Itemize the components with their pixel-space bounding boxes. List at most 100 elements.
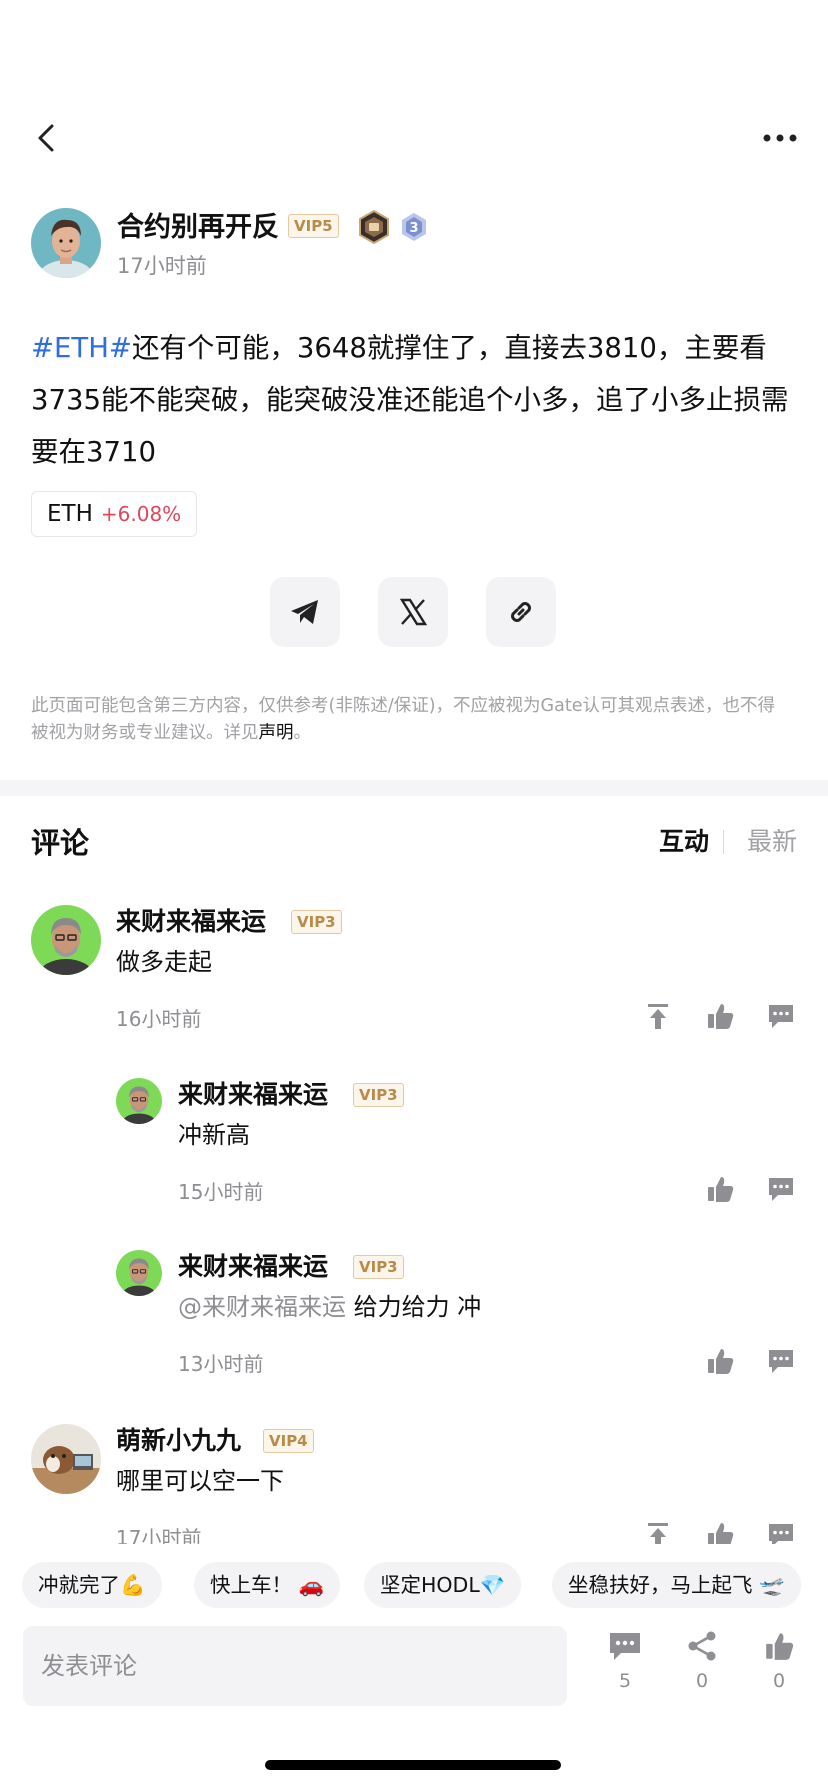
pin-top-button[interactable]	[643, 1001, 673, 1031]
quick-reply-chip[interactable]: 坐稳扶好，马上起飞 🛫	[552, 1562, 801, 1608]
share-count-button[interactable]: 0	[672, 1630, 732, 1710]
commenter-avatar[interactable]	[31, 905, 101, 975]
avatar-image	[116, 1078, 162, 1124]
comments-title: 评论	[31, 826, 90, 860]
bottom-bar: 5 0 0	[0, 1626, 828, 1710]
commenter-avatar[interactable]	[116, 1078, 162, 1124]
like-count-button[interactable]: 0	[749, 1630, 809, 1710]
share-telegram-button[interactable]	[270, 577, 340, 647]
thumbs-up-icon	[708, 1004, 734, 1029]
quick-reply-chip[interactable]: 快上车！ 🚗	[194, 1562, 341, 1608]
comment-bubble-icon	[769, 1005, 793, 1028]
avatar-image	[31, 905, 101, 975]
more-button[interactable]	[760, 126, 800, 150]
comment-text: 哪里可以空一下	[116, 1467, 284, 1495]
post-author: 合约别再开反 VIP5 3 17小时前	[31, 208, 791, 280]
share-icon	[688, 1631, 716, 1661]
avatar-image	[31, 1424, 101, 1494]
comment-time: 16小时前	[116, 1007, 202, 1031]
author-avatar[interactable]	[31, 208, 101, 278]
reply-button[interactable]	[766, 1001, 796, 1031]
comment-count: 5	[618, 1670, 632, 1692]
sort-tab-interactive[interactable]: 互动	[659, 822, 709, 858]
x-icon	[399, 598, 428, 626]
top-bar	[0, 108, 828, 168]
level-badge-icon: 3	[399, 212, 429, 242]
quick-reply-chip[interactable]: 坚定HODL💎	[364, 1562, 522, 1608]
like-count: 0	[772, 1670, 786, 1692]
commenter-avatar[interactable]	[116, 1250, 162, 1296]
sort-divider	[723, 830, 724, 854]
more-dots-icon	[763, 134, 797, 142]
disclaimer-text: 此页面可能包含第三方内容，仅供参考(非陈述/保证)，不应被视为Gate认可其观点…	[31, 696, 775, 743]
reply-button[interactable]	[766, 1346, 796, 1376]
pin-top-icon	[648, 1523, 668, 1544]
post-body: #ETH#还有个可能，3648就撑住了，直接去3810，主要看3735能不能突破…	[31, 322, 801, 478]
sort-tab-latest[interactable]: 最新	[747, 822, 797, 858]
thumbs-up-icon	[766, 1633, 794, 1660]
pin-top-icon	[648, 1004, 668, 1029]
comment-input[interactable]	[23, 1626, 567, 1706]
like-button[interactable]	[705, 1001, 735, 1031]
commenter-name[interactable]: 来财来福来运	[178, 1078, 328, 1112]
level-badge-number: 3	[409, 221, 418, 236]
disclaimer-end: 。	[293, 723, 312, 743]
comments-header: 评论 互动 最新	[31, 820, 797, 860]
comment-text-body: 给力给力 冲	[353, 1293, 482, 1321]
comment-bubble-icon	[769, 1350, 793, 1373]
vip-badge: VIP3	[353, 1083, 404, 1107]
author-name[interactable]: 合约别再开反	[117, 210, 279, 246]
comment-bubble-icon	[610, 1633, 640, 1660]
mention-link[interactable]: @来财来福来运	[178, 1293, 346, 1321]
comment-text: 做多走起	[116, 948, 212, 976]
comment-time: 13小时前	[178, 1352, 264, 1376]
like-button[interactable]	[705, 1174, 735, 1204]
quick-reply-row: 冲就完了💪 快上车！ 🚗 坚定HODL💎 坐稳扶好，马上起飞 🛫	[22, 1562, 828, 1608]
pin-top-button[interactable]	[643, 1520, 673, 1544]
back-button[interactable]	[30, 120, 66, 156]
quick-reply-chip[interactable]: 冲就完了💪	[22, 1562, 162, 1608]
vip-badge: VIP5	[288, 214, 339, 238]
chevron-left-icon	[38, 124, 54, 152]
share-link-button[interactable]	[486, 577, 556, 647]
comment-item: 萌新小九九 VIP4 哪里可以空一下 17小时前	[0, 1424, 828, 1544]
commenter-name[interactable]: 来财来福来运	[178, 1250, 328, 1284]
section-divider	[0, 780, 828, 796]
disclaimer-link[interactable]: 声明	[259, 723, 294, 743]
commenter-avatar[interactable]	[31, 1424, 101, 1494]
thumbs-up-icon	[708, 1349, 734, 1374]
like-button[interactable]	[705, 1520, 735, 1544]
comment-text: @来财来福来运 给力给力 冲	[178, 1290, 481, 1324]
thumbs-up-icon	[708, 1523, 734, 1544]
coin-tag[interactable]: ETH +6.08%	[31, 491, 198, 537]
telegram-icon	[291, 600, 318, 624]
medal-badge-icon	[357, 209, 391, 245]
hashtag-link[interactable]: #ETH#	[31, 332, 132, 364]
commenter-name[interactable]: 萌新小九九	[116, 1424, 241, 1458]
vip-badge: VIP3	[353, 1255, 404, 1279]
commenter-name[interactable]: 来财来福来运	[116, 905, 266, 939]
comment-time: 17小时前	[116, 1526, 202, 1544]
disclaimer: 此页面可能包含第三方内容，仅供参考(非陈述/保证)，不应被视为Gate认可其观点…	[31, 693, 791, 747]
share-count: 0	[695, 1670, 709, 1692]
like-button[interactable]	[705, 1346, 735, 1376]
coin-change: +6.08%	[100, 502, 182, 526]
vip-badge: VIP3	[291, 910, 342, 934]
post-text: 还有个可能，3648就撑住了，直接去3810，主要看3735能不能突破，能突破没…	[31, 332, 789, 468]
comment-count-button[interactable]: 5	[595, 1630, 655, 1710]
avatar-image	[116, 1250, 162, 1296]
comment-bubble-icon	[769, 1524, 793, 1544]
avatar-image	[31, 208, 101, 278]
link-icon	[511, 602, 531, 622]
reply-button[interactable]	[766, 1520, 796, 1544]
share-x-button[interactable]	[378, 577, 448, 647]
vip-badge: VIP4	[263, 1429, 314, 1453]
thumbs-up-icon	[708, 1177, 734, 1202]
comment-text: 冲新高	[178, 1121, 250, 1149]
coin-symbol: ETH	[47, 501, 93, 527]
home-indicator	[265, 1760, 561, 1770]
share-row	[270, 577, 570, 647]
reply-button[interactable]	[766, 1174, 796, 1204]
post-time: 17小时前	[117, 254, 207, 278]
comment-time: 15小时前	[178, 1180, 264, 1204]
